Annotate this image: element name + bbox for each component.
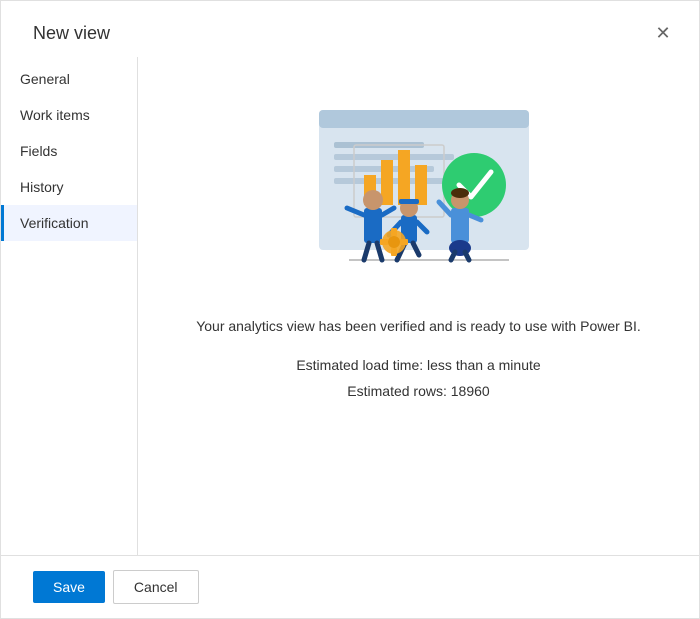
- close-button[interactable]: ✕: [647, 17, 679, 49]
- sidebar-item-work-items[interactable]: Work items: [1, 97, 137, 133]
- save-button[interactable]: Save: [33, 571, 105, 603]
- sidebar-item-label: History: [20, 179, 64, 195]
- dialog-footer: Save Cancel: [1, 555, 699, 618]
- dialog-header: New view ✕: [1, 1, 699, 57]
- verification-stats: Estimated load time: less than a minute …: [196, 353, 641, 403]
- close-icon: ✕: [655, 23, 670, 44]
- sidebar-item-fields[interactable]: Fields: [1, 133, 137, 169]
- sidebar-item-verification[interactable]: Verification: [1, 205, 137, 241]
- estimated-load: Estimated load time: less than a minute: [196, 353, 641, 378]
- main-content: Your analytics view has been verified an…: [138, 57, 699, 555]
- verification-illustration: [279, 87, 559, 287]
- sidebar-item-history[interactable]: History: [1, 169, 137, 205]
- cancel-button[interactable]: Cancel: [113, 570, 199, 604]
- sidebar: General Work items Fields History Verifi…: [1, 57, 138, 555]
- sidebar-item-label: Fields: [20, 143, 57, 159]
- dialog: New view ✕ General Work items Fields His…: [0, 0, 700, 619]
- sidebar-item-general[interactable]: General: [1, 61, 137, 97]
- sidebar-item-label: Verification: [20, 215, 88, 231]
- estimated-rows: Estimated rows: 18960: [196, 379, 641, 404]
- verification-message: Your analytics view has been verified an…: [196, 315, 641, 337]
- sidebar-item-label: General: [20, 71, 70, 87]
- sidebar-item-label: Work items: [20, 107, 90, 123]
- dialog-body: General Work items Fields History Verifi…: [1, 57, 699, 555]
- verification-text: Your analytics view has been verified an…: [196, 315, 641, 404]
- dialog-title: New view: [33, 23, 110, 44]
